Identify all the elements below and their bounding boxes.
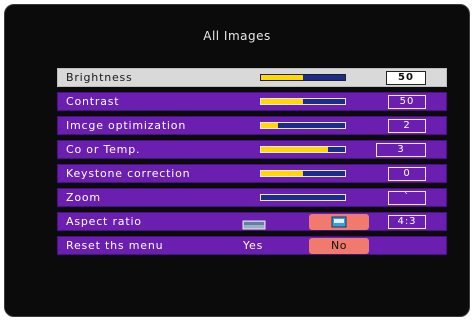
slider-fill <box>261 171 303 176</box>
keystone-correction-slider[interactable] <box>260 170 346 177</box>
slider-fill <box>261 147 329 152</box>
menu-row-label: Imcge optimization <box>66 119 187 132</box>
menu-row-contrast[interactable]: Contrast 50 <box>57 92 447 111</box>
menu-row-keystone-correction[interactable]: Keystone correction 0 <box>57 164 447 183</box>
wide-screen-icon[interactable] <box>242 216 266 230</box>
zoom-slider[interactable] <box>260 194 346 201</box>
menu-row-label: Zoom <box>66 191 101 204</box>
brightness-value-box: 50 <box>386 71 426 85</box>
slider-fill <box>261 123 278 128</box>
image-optimization-slider[interactable] <box>260 122 346 129</box>
keystone-value-box: 0 <box>388 167 426 181</box>
image-optimization-value-box: 2 <box>388 119 426 133</box>
reset-yes-option[interactable]: Yes <box>243 238 263 254</box>
reset-no-button[interactable]: No <box>309 238 369 254</box>
slider-fill <box>261 99 303 104</box>
zoom-value-box: ` <box>388 191 426 205</box>
contrast-value-box: 50 <box>388 95 426 109</box>
menu-row-label: Aspect ratio <box>66 215 142 228</box>
menu-row-reset[interactable]: Reset ths menu Yes No <box>57 236 447 255</box>
menu-row-color-temp[interactable]: Co or Temp. 3 <box>57 140 447 159</box>
menu-row-brightness[interactable]: Brightness 50 <box>57 68 447 87</box>
osd-menu: All Images Brightness 50 Contrast 50 Imc… <box>4 4 470 317</box>
standard-screen-button[interactable] <box>309 214 369 230</box>
aspect-ratio-value-box: 4:3 <box>388 215 426 229</box>
menu-row-zoom[interactable]: Zoom ` <box>57 188 447 207</box>
color-temp-slider[interactable] <box>260 146 346 153</box>
menu-row-aspect-ratio[interactable]: Aspect ratio 4:3 <box>57 212 447 231</box>
menu-title: All Images <box>203 29 271 43</box>
slider-fill <box>261 75 303 80</box>
brightness-slider[interactable] <box>260 74 346 81</box>
menu-row-label: Brightness <box>66 71 133 84</box>
contrast-slider[interactable] <box>260 98 346 105</box>
menu-row-label: Keystone correction <box>66 167 191 180</box>
menu-row-label: Contrast <box>66 95 120 108</box>
color-temp-value-box: 3 <box>376 143 426 157</box>
menu-row-label: Reset ths menu <box>66 239 164 252</box>
menu-row-label: Co or Temp. <box>66 143 141 156</box>
menu-row-image-optimization[interactable]: Imcge optimization 2 <box>57 116 447 135</box>
